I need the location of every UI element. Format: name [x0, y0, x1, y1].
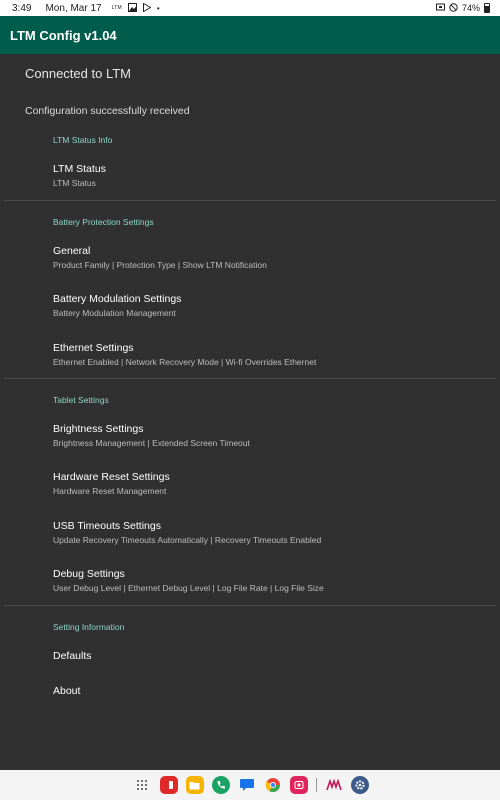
- pref-summary: Battery Modulation Management: [53, 308, 176, 318]
- image-icon: [127, 2, 137, 14]
- pref-summary: Brightness Management | Extended Screen …: [53, 438, 250, 448]
- phone-icon[interactable]: [211, 776, 230, 794]
- pref-general[interactable]: General Product Family | Protection Type…: [53, 245, 493, 271]
- battery-percent: 74%: [461, 2, 480, 13]
- divider: [4, 605, 496, 606]
- pref-brightness[interactable]: Brightness Settings Brightness Managemen…: [53, 423, 493, 449]
- pref-title: Ethernet Settings: [53, 342, 134, 354]
- files-icon[interactable]: [185, 776, 204, 794]
- pref-title: USB Timeouts Settings: [53, 520, 161, 532]
- pref-summary: Product Family | Protection Type | Show …: [53, 260, 267, 270]
- pref-summary: LTM Status: [53, 178, 96, 188]
- pref-title: General: [53, 245, 91, 257]
- category-setting-information: Setting Information: [53, 622, 125, 632]
- chrome-icon[interactable]: [264, 776, 282, 794]
- pref-ltm-status[interactable]: LTM Status LTM Status: [53, 163, 493, 189]
- app-title: LTM Config v1.04: [10, 27, 117, 43]
- mute-icon: [449, 2, 458, 14]
- pref-title: Brightness Settings: [53, 423, 144, 435]
- taskbar-separator: [315, 778, 317, 792]
- category-ltm-status-info: LTM Status Info: [53, 135, 113, 145]
- pref-title: Debug Settings: [53, 568, 125, 580]
- pref-about[interactable]: About: [53, 685, 493, 698]
- pref-usb-timeouts[interactable]: USB Timeouts Settings Update Recovery Ti…: [53, 520, 493, 546]
- category-battery-protection: Battery Protection Settings: [53, 217, 154, 227]
- pref-summary: Hardware Reset Management: [53, 486, 167, 496]
- notes-icon[interactable]: [325, 776, 343, 794]
- pref-ethernet[interactable]: Ethernet Settings Ethernet Enabled | Net…: [53, 342, 493, 368]
- pref-battery-modulation[interactable]: Battery Modulation Settings Battery Modu…: [53, 293, 493, 319]
- dot-icon: •: [156, 3, 160, 13]
- status-bar: 3:49 Mon, Mar 17 LTM • 74%: [0, 0, 500, 16]
- pref-debug[interactable]: Debug Settings User Debug Level | Ethern…: [53, 568, 493, 594]
- app-bar: LTM Config v1.04: [0, 16, 500, 54]
- divider: [4, 200, 496, 201]
- pref-title: LTM Status: [53, 163, 106, 175]
- pref-hardware-reset[interactable]: Hardware Reset Settings Hardware Reset M…: [53, 471, 493, 497]
- app-drawer-icon[interactable]: [132, 775, 152, 795]
- play-store-icon: [142, 2, 152, 14]
- category-tablet-settings: Tablet Settings: [53, 395, 109, 405]
- settings-list[interactable]: Connected to LTM Configuration successfu…: [0, 54, 500, 770]
- battery-icon: [484, 3, 490, 13]
- pref-title: About: [53, 685, 81, 697]
- divider: [4, 378, 496, 379]
- pref-title: Defaults: [53, 650, 92, 662]
- taskbar: [0, 770, 500, 800]
- pref-title: Hardware Reset Settings: [53, 471, 170, 483]
- messages-icon[interactable]: [238, 776, 256, 794]
- pref-title: Battery Modulation Settings: [53, 293, 182, 305]
- pref-summary: User Debug Level | Ethernet Debug Level …: [53, 583, 324, 593]
- pref-summary: Update Recovery Timeouts Automatically |…: [53, 535, 322, 545]
- connection-status: Connected to LTM: [25, 66, 131, 81]
- pref-summary: Ethernet Enabled | Network Recovery Mode…: [53, 357, 317, 367]
- ltm-indicator: LTM: [111, 5, 122, 11]
- screen-recorder-icon[interactable]: [289, 776, 308, 794]
- config-message: Configuration successfully received: [25, 105, 190, 117]
- flipboard-icon[interactable]: [159, 776, 178, 794]
- cast-icon: [435, 3, 445, 14]
- status-time: 3:49: [12, 2, 32, 14]
- pref-defaults[interactable]: Defaults: [53, 650, 493, 663]
- settings-icon[interactable]: [350, 776, 369, 794]
- status-date: Mon, Mar 17: [45, 2, 102, 14]
